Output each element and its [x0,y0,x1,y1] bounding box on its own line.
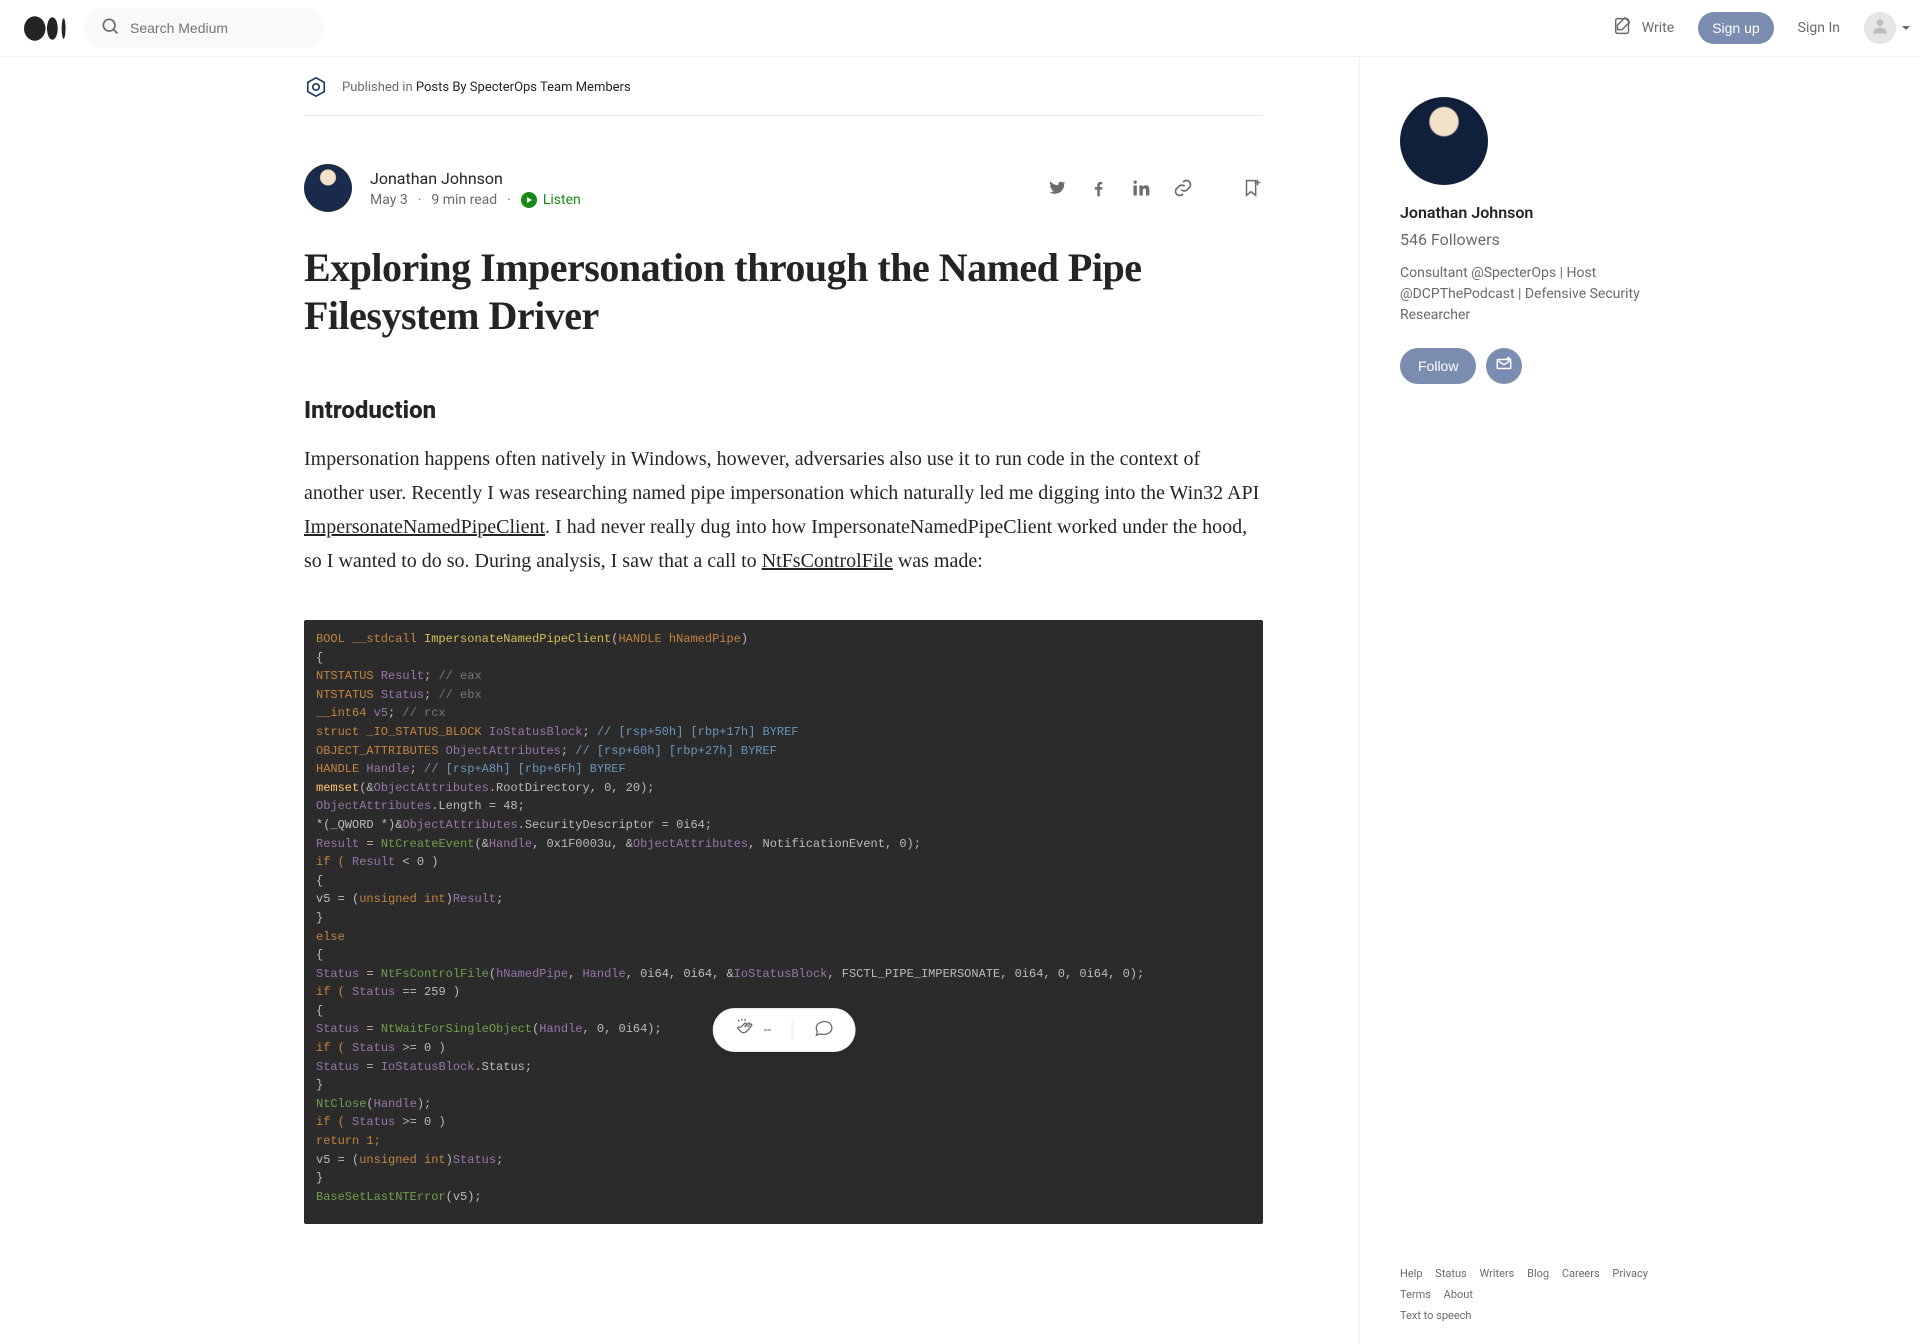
para-text: Impersonation happens often natively in … [304,448,1259,504]
author-avatar[interactable] [304,164,352,212]
article: Published in Posts By SpecterOps Team Me… [208,57,1360,1344]
sidebar-followers[interactable]: 546 Followers [1400,230,1688,249]
search-input[interactable] [130,20,308,36]
publication-name[interactable]: Posts By SpecterOps Team Members [416,80,631,95]
footer-link[interactable]: Blog [1527,1267,1549,1280]
user-avatar-menu[interactable] [1864,12,1896,44]
footer-link[interactable]: Writers [1479,1267,1514,1280]
sidebar-author-name[interactable]: Jonathan Johnson [1400,203,1688,222]
clap-count: -- [764,1022,772,1038]
footer-link[interactable]: Help [1400,1267,1423,1280]
medium-logo-icon[interactable] [24,16,68,41]
clap-icon [734,1017,756,1043]
search-icon [100,16,120,40]
link-impersonatenamedpipeclient[interactable]: ImpersonateNamedPipeClient [304,516,545,538]
divider [791,1020,792,1040]
copy-link-icon[interactable] [1173,178,1193,198]
publication-row[interactable]: Published in Posts By SpecterOps Team Me… [304,57,1263,116]
code-figure: BOOL __stdcall ImpersonateNamedPipeClien… [304,620,1263,1224]
comment-button[interactable] [812,1017,834,1043]
write-label: Write [1642,20,1674,36]
section-introduction: Introduction [304,396,1263,424]
publication-prefix: Published in [342,80,413,95]
dot-separator: · [418,192,422,208]
link-ntfscontrolfile[interactable]: NtFsControlFile [762,550,893,572]
signup-button[interactable]: Sign up [1698,12,1773,44]
header-right: Write Sign up Sign In [1612,12,1896,44]
write-icon [1612,15,1634,41]
write-button[interactable]: Write [1612,15,1674,41]
user-icon [1870,16,1890,40]
footer-link[interactable]: Terms [1400,1288,1431,1301]
clap-button[interactable]: -- [734,1017,772,1043]
listen-button[interactable]: Listen [521,192,581,208]
author-left: Jonathan Johnson May 3 · 9 min read · Li… [304,164,581,212]
author-row: Jonathan Johnson May 3 · 9 min read · Li… [304,164,1263,212]
signin-button[interactable]: Sign In [1798,20,1840,36]
follow-button[interactable]: Follow [1400,348,1476,384]
sidebar-actions: Follow [1400,348,1688,384]
footer-link[interactable]: Text to speech [1400,1309,1471,1322]
author-subline: May 3 · 9 min read · Listen [370,192,581,208]
publication-logo-icon [304,75,328,99]
footer-link[interactable]: Privacy [1612,1267,1648,1280]
footer-link[interactable]: Careers [1562,1267,1600,1280]
twitter-icon[interactable] [1047,178,1067,198]
para-text: was made: [893,550,983,572]
mail-icon [1495,355,1513,377]
site-header: Write Sign up Sign In [0,0,1920,57]
reaction-bar: -- [713,1008,856,1052]
author-meta: Jonathan Johnson May 3 · 9 min read · Li… [370,169,581,208]
dot-separator: · [507,192,511,208]
page-grid: Published in Posts By SpecterOps Team Me… [208,57,1712,1344]
footer-link[interactable]: Status [1435,1267,1466,1280]
sidebar-avatar[interactable] [1400,97,1488,185]
header-left [24,8,324,48]
search-box[interactable] [84,8,324,48]
author-name[interactable]: Jonathan Johnson [370,169,581,188]
intro-paragraph: Impersonation happens often natively in … [304,442,1263,578]
linkedin-icon[interactable] [1131,178,1151,198]
bookmark-icon[interactable] [1241,177,1263,199]
sidebar-footer: Help Status Writers Blog Careers Privacy… [1400,1264,1688,1327]
facebook-icon[interactable] [1089,178,1109,198]
footer-link[interactable]: About [1444,1288,1473,1301]
publication-text: Published in Posts By SpecterOps Team Me… [342,80,631,95]
listen-label: Listen [543,192,581,208]
play-icon [521,192,537,208]
sidebar: Jonathan Johnson 546 Followers Consultan… [1360,57,1712,1344]
share-icons [1047,177,1263,199]
sidebar-bio: Consultant @SpecterOps | Host @DCPThePod… [1400,263,1688,326]
publish-date: May 3 [370,192,408,208]
article-title: Exploring Impersonation through the Name… [304,244,1263,340]
subscribe-button[interactable] [1486,348,1522,384]
comment-icon [812,1017,834,1043]
read-time: 9 min read [431,192,497,208]
